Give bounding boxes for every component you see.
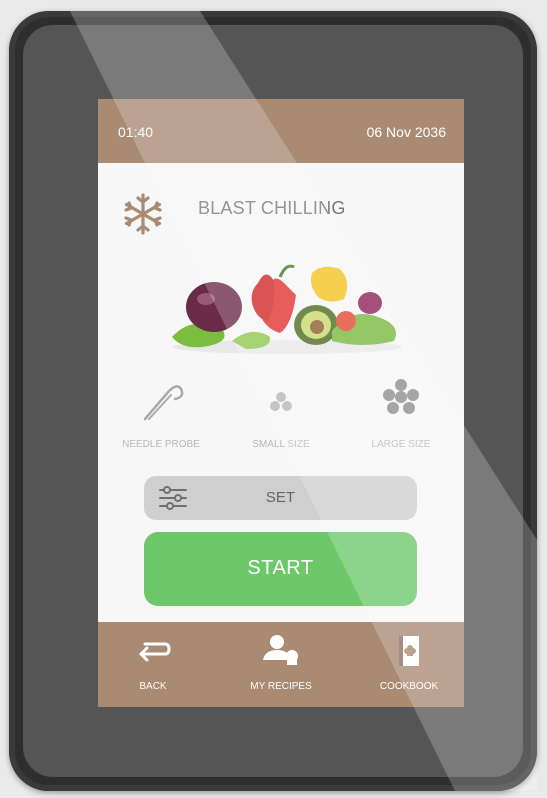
small-size-button[interactable]: SMALL SIZE	[226, 377, 336, 457]
start-label: START	[247, 557, 314, 579]
vegetables-image	[172, 264, 402, 354]
large-size-icon	[383, 379, 419, 414]
set-label: SET	[265, 489, 296, 506]
touch-screen: 01:40 06 Nov 2036 BLAST CHILLING NEEDLE …	[98, 99, 464, 707]
small-size-label: SMALL SIZE	[252, 439, 310, 450]
nav-back[interactable]: BACK	[98, 632, 208, 702]
needle-probe-label: NEEDLE PROBE	[122, 439, 200, 450]
cookbook-icon	[399, 636, 419, 666]
nav-cookbook-label: COOKBOOK	[379, 681, 439, 692]
large-size-button[interactable]: LARGE SIZE	[346, 377, 456, 457]
clock-date: 06 Nov 2036	[366, 124, 446, 140]
set-button[interactable]: SET	[144, 476, 417, 520]
nav-my-recipes[interactable]: MY RECIPES	[226, 632, 336, 702]
needle-probe-icon	[143, 385, 184, 421]
nav-my-recipes-label: MY RECIPES	[250, 681, 312, 692]
status-bar: 01:40 06 Nov 2036	[98, 99, 464, 163]
clock-time: 01:40	[118, 124, 154, 140]
needle-probe-button[interactable]: NEEDLE PROBE	[106, 377, 216, 457]
nav-back-label: BACK	[139, 681, 167, 692]
nav-cookbook[interactable]: COOKBOOK	[354, 632, 464, 702]
mode-title: BLAST CHILLING	[198, 198, 346, 218]
snowflake-icon	[124, 193, 162, 235]
back-arrow-icon	[139, 642, 171, 662]
small-size-icon	[270, 392, 292, 411]
large-size-label: LARGE SIZE	[371, 439, 431, 450]
start-button[interactable]: START	[144, 532, 417, 606]
chef-icon	[263, 635, 298, 665]
bottom-nav-bar: BACK MY RECIPES COOKBOOK	[98, 622, 464, 707]
